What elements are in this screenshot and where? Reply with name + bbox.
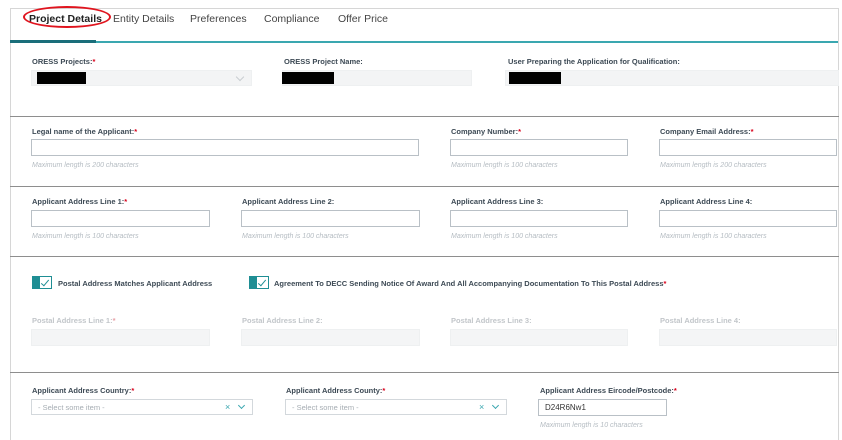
chevron-down-icon[interactable] bbox=[491, 401, 500, 410]
tab-underline bbox=[10, 41, 838, 43]
section-divider bbox=[10, 256, 839, 257]
tab-label: Entity Details bbox=[113, 13, 175, 25]
eircode-hint: Maximum length is 10 characters bbox=[540, 422, 643, 429]
company-email-hint: Maximum length is 200 characters bbox=[660, 162, 767, 169]
company-number-label: Company Number:* bbox=[451, 127, 522, 136]
tab-preferences[interactable]: Preferences bbox=[190, 13, 247, 25]
postal-line1-input bbox=[31, 329, 210, 346]
address-line2-input[interactable] bbox=[241, 210, 420, 227]
address-line1-input[interactable] bbox=[31, 210, 210, 227]
address-line4-label: Applicant Address Line 4: bbox=[660, 197, 753, 206]
address-line3-hint: Maximum length is 100 characters bbox=[451, 233, 558, 240]
clear-icon[interactable]: × bbox=[225, 402, 230, 412]
eircode-label: Applicant Address Eircode/Postcode:* bbox=[540, 386, 677, 395]
eircode-input[interactable]: D24R6Nw1 bbox=[538, 399, 667, 416]
county-label: Applicant Address County:* bbox=[286, 386, 386, 395]
address-line3-label: Applicant Address Line 3: bbox=[451, 197, 544, 206]
tab-active-indicator bbox=[10, 40, 96, 43]
tab-project-details[interactable]: Project Details bbox=[23, 6, 111, 28]
oress-project-name-label: ORESS Project Name: bbox=[284, 57, 363, 66]
chevron-down-icon bbox=[235, 72, 245, 82]
county-select[interactable]: - Select some item - × bbox=[285, 399, 507, 415]
redacted-value bbox=[282, 72, 334, 84]
company-number-hint: Maximum length is 100 characters bbox=[451, 162, 558, 169]
user-preparing-label: User Preparing the Application for Quali… bbox=[508, 57, 680, 66]
postal-match-checkbox[interactable] bbox=[32, 276, 52, 289]
tab-bar: Project Details Entity Details Preferenc… bbox=[16, 6, 836, 43]
postal-line2-input bbox=[241, 329, 420, 346]
clear-icon[interactable]: × bbox=[479, 402, 484, 412]
tab-entity-details[interactable]: Entity Details bbox=[113, 13, 174, 25]
postal-line1-label: Postal Address Line 1:* bbox=[32, 316, 116, 325]
section-divider bbox=[10, 116, 839, 117]
oress-projects-label: ORESS Projects:* bbox=[32, 57, 96, 66]
checkbox-fill bbox=[33, 277, 40, 288]
tab-compliance[interactable]: Compliance bbox=[264, 13, 319, 25]
postal-line2-label: Postal Address Line 2: bbox=[242, 316, 323, 325]
check-icon bbox=[257, 277, 267, 287]
decc-agreement-checkbox[interactable] bbox=[249, 276, 269, 289]
postal-line4-input bbox=[659, 329, 837, 346]
company-email-label: Company Email Address:* bbox=[660, 127, 754, 136]
address-line1-hint: Maximum length is 100 characters bbox=[32, 233, 139, 240]
select-placeholder: - Select some item - bbox=[292, 403, 359, 412]
redacted-value bbox=[37, 72, 86, 84]
decc-agreement-label: Agreement To DECC Sending Notice Of Awar… bbox=[274, 279, 667, 288]
section-divider bbox=[10, 186, 839, 187]
postal-line3-input bbox=[450, 329, 628, 346]
section-divider bbox=[10, 372, 839, 373]
address-line1-label: Applicant Address Line 1:* bbox=[32, 197, 128, 206]
company-number-input[interactable] bbox=[450, 139, 628, 156]
legal-name-hint: Maximum length is 200 characters bbox=[32, 162, 139, 169]
address-line2-hint: Maximum length is 100 characters bbox=[242, 233, 349, 240]
address-line2-label: Applicant Address Line 2: bbox=[242, 197, 335, 206]
address-line4-hint: Maximum length is 100 characters bbox=[660, 233, 767, 240]
postal-match-label: Postal Address Matches Applicant Address bbox=[58, 279, 213, 288]
address-line3-input[interactable] bbox=[450, 210, 628, 227]
country-label: Applicant Address Country:* bbox=[32, 386, 135, 395]
tab-label: Offer Price bbox=[338, 13, 388, 25]
select-placeholder: - Select some item - bbox=[38, 403, 105, 412]
tab-label: Preferences bbox=[190, 13, 247, 25]
redacted-value bbox=[509, 72, 561, 84]
tab-offer-price[interactable]: Offer Price bbox=[338, 13, 388, 25]
chevron-down-icon[interactable] bbox=[237, 401, 246, 410]
eircode-value: D24R6Nw1 bbox=[545, 403, 586, 412]
postal-line3-label: Postal Address Line 3: bbox=[451, 316, 532, 325]
legal-name-label: Legal name of the Applicant:* bbox=[32, 127, 138, 136]
country-select[interactable]: - Select some item - × bbox=[31, 399, 253, 415]
checkbox-fill bbox=[250, 277, 257, 288]
legal-name-input[interactable] bbox=[31, 139, 419, 156]
company-email-input[interactable] bbox=[659, 139, 837, 156]
check-icon bbox=[40, 277, 50, 287]
tab-label: Compliance bbox=[264, 13, 320, 25]
postal-line4-label: Postal Address Line 4: bbox=[660, 316, 741, 325]
address-line4-input[interactable] bbox=[659, 210, 837, 227]
highlight-circle bbox=[23, 6, 111, 28]
